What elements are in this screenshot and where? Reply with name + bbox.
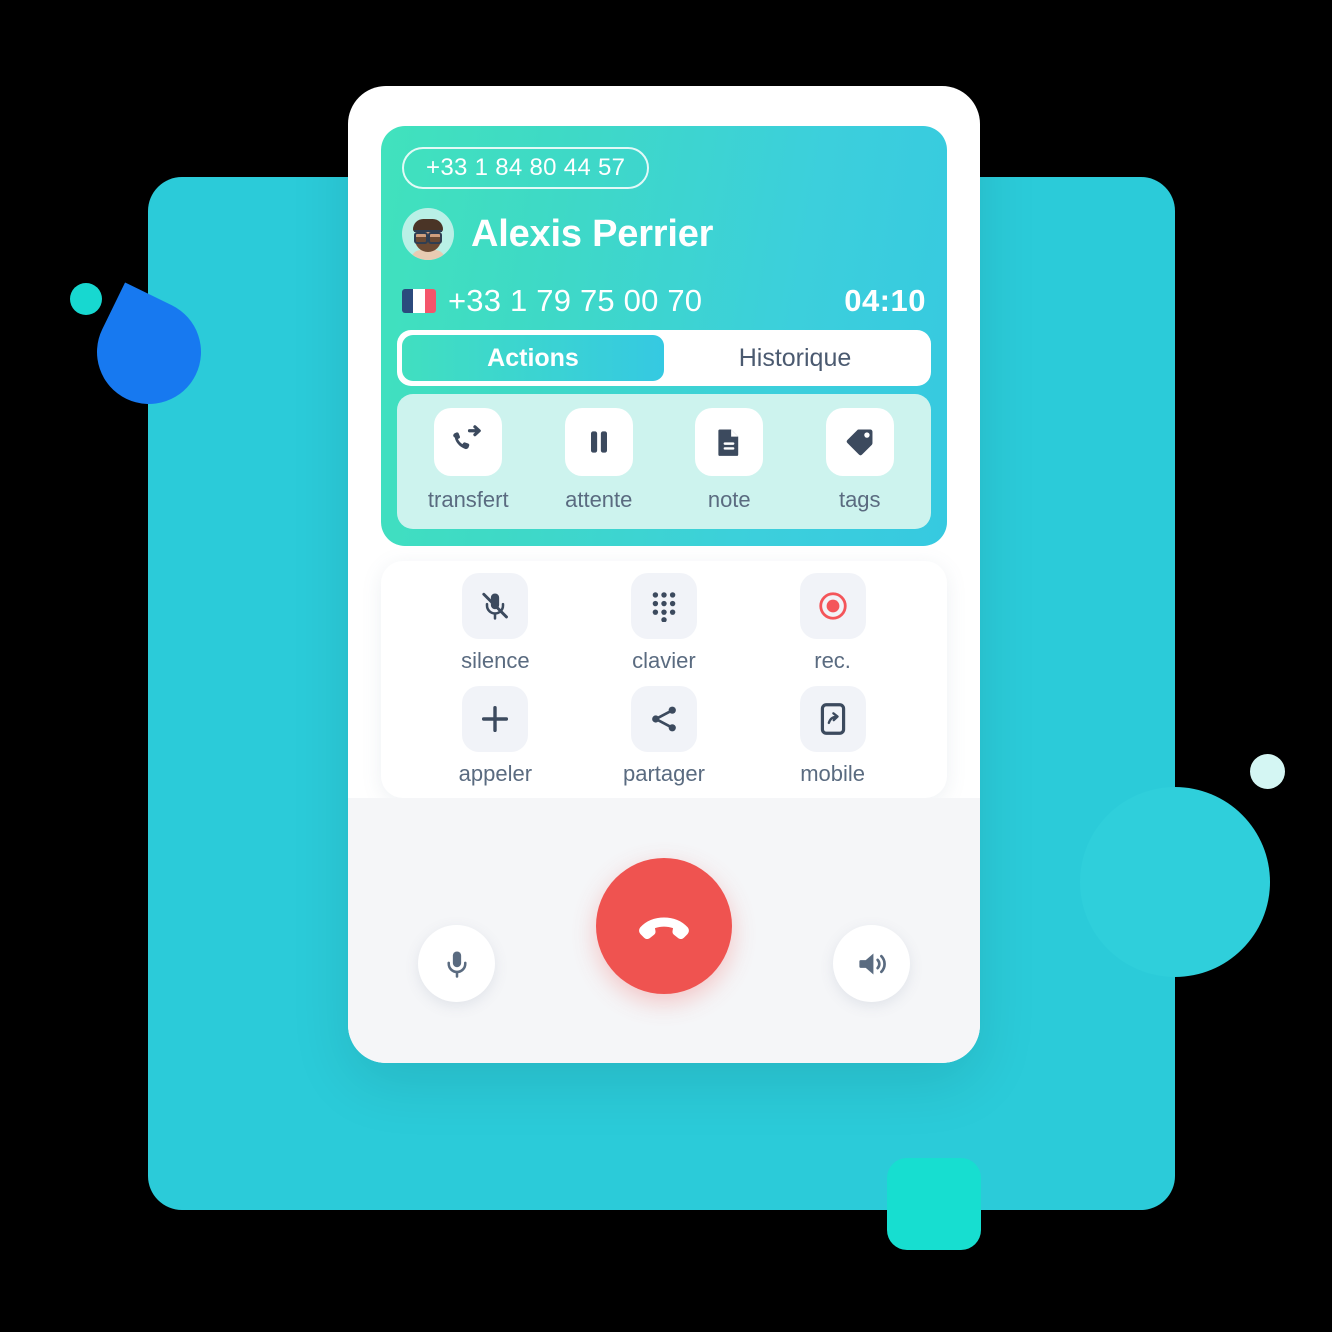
speaker-button[interactable] (833, 925, 910, 1002)
avatar-glasses (414, 230, 442, 244)
call-controls-panel: silence clavier rec. appeler partager mo… (381, 561, 947, 798)
dialpad-icon (630, 572, 697, 639)
control-rec[interactable]: rec. (748, 567, 917, 680)
decoration-large-circle (1080, 787, 1270, 977)
action-tags-label: tags (838, 487, 881, 512)
tab-actions[interactable]: Actions (402, 335, 664, 381)
screenshot-root: +33 1 84 80 44 57 Alexis Perrier +33 1 7… (0, 0, 1332, 1332)
record-icon (799, 572, 866, 639)
action-transfert-label: transfert (427, 487, 509, 512)
control-appeler[interactable]: appeler (411, 680, 580, 793)
did-number-text: +33 1 84 80 44 57 (426, 154, 626, 181)
call-duration-timer: 04:10 (844, 283, 926, 318)
pause-icon (564, 408, 633, 476)
action-attente[interactable]: attente (534, 408, 665, 513)
speaker-icon (855, 947, 889, 981)
control-clavier[interactable]: clavier (580, 567, 749, 680)
caller-identity: Alexis Perrier (402, 208, 713, 260)
action-note[interactable]: note (664, 408, 795, 513)
decoration-pale-dot (1250, 754, 1285, 789)
call-action-bar (348, 798, 980, 1063)
control-silence[interactable]: silence (411, 567, 580, 680)
microphone-muted-icon (462, 572, 529, 639)
tab-historique-label: Historique (738, 343, 852, 372)
avatar (402, 208, 454, 260)
decoration-rounded-square (887, 1158, 981, 1250)
decoration-small-dot (70, 283, 102, 315)
caller-name: Alexis Perrier (471, 212, 714, 255)
tab-bar: Actions Historique (397, 330, 931, 386)
action-tags[interactable]: tags (795, 408, 926, 513)
actions-strip: transfert attente note tags (397, 394, 931, 529)
share-icon (630, 685, 697, 752)
tab-actions-label: Actions (487, 343, 579, 372)
control-mobile-label: mobile (800, 760, 865, 786)
mobile-transfer-icon (799, 685, 866, 752)
control-partager[interactable]: partager (580, 680, 749, 793)
document-icon (695, 408, 764, 476)
action-note-label: note (707, 487, 751, 512)
caller-number-row: +33 1 79 75 00 70 04:10 (402, 283, 926, 319)
control-silence-label: silence (461, 647, 530, 673)
call-transfer-icon (434, 408, 503, 476)
action-transfert[interactable]: transfert (403, 408, 534, 513)
action-attente-label: attente (565, 487, 633, 512)
tag-icon (825, 408, 894, 476)
control-rec-label: rec. (814, 647, 851, 673)
control-clavier-label: clavier (632, 647, 696, 673)
tab-historique[interactable]: Historique (664, 335, 926, 381)
caller-phone-number: +33 1 79 75 00 70 (448, 283, 703, 318)
did-number-pill: +33 1 84 80 44 57 (402, 147, 650, 189)
hangup-button[interactable] (596, 858, 732, 994)
microphone-icon (441, 948, 473, 980)
control-mobile[interactable]: mobile (748, 680, 917, 793)
call-header: +33 1 84 80 44 57 Alexis Perrier +33 1 7… (381, 126, 947, 546)
hangup-phone-icon (633, 895, 695, 957)
call-widget-card: +33 1 84 80 44 57 Alexis Perrier +33 1 7… (348, 86, 980, 1063)
plus-icon (462, 685, 529, 752)
control-appeler-label: appeler (458, 760, 533, 786)
france-flag-icon (402, 289, 436, 313)
control-partager-label: partager (622, 760, 705, 786)
microphone-button[interactable] (418, 925, 495, 1002)
